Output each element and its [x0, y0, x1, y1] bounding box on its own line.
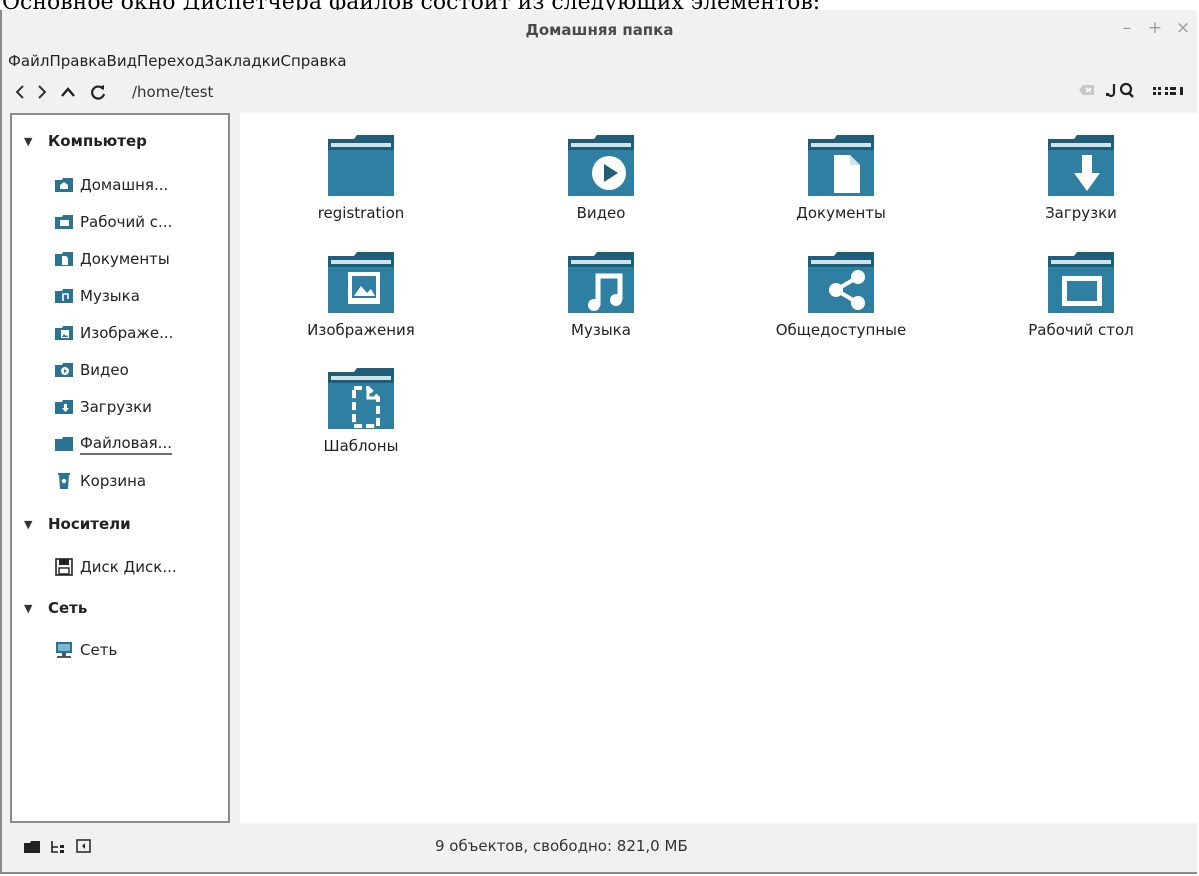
chevron-right-icon [38, 85, 47, 99]
places-sidebar: ▼ Компьютер Домашня... Рабочий с... Доку… [10, 113, 230, 823]
file-item-registration[interactable]: registration [241, 118, 481, 228]
toggle-sidebar-button[interactable] [76, 838, 92, 857]
tree-view-icon [51, 841, 64, 853]
desktop-folder-icon [1048, 252, 1114, 313]
show-places-button[interactable] [24, 838, 40, 857]
reload-button[interactable] [88, 81, 108, 103]
documents-folder-icon [55, 252, 73, 266]
menu-edit[interactable]: Правка [49, 52, 106, 74]
downloads-folder-icon [55, 400, 73, 414]
chevron-down-icon: ▼ [24, 517, 33, 531]
window-title: Домашняя папка [525, 21, 674, 39]
menu-view[interactable]: Вид [107, 52, 137, 74]
maximize-button[interactable]: + [1147, 18, 1163, 38]
network-icon [56, 642, 72, 658]
file-item-music[interactable]: Музыка [481, 235, 721, 345]
sidebar-item-home[interactable]: Домашня... [54, 172, 168, 198]
status-text: 9 объектов, свободно: 821,0 МБ [435, 837, 688, 855]
close-button[interactable]: × [1175, 18, 1191, 38]
sidebar-item-videos[interactable]: Видео [54, 357, 129, 383]
section-media[interactable]: ▼ Носители [24, 512, 131, 536]
reload-icon [91, 85, 106, 100]
folder-icon [24, 841, 40, 853]
file-item-public[interactable]: Общедоступные [721, 235, 961, 345]
desktop-folder-icon [55, 215, 73, 229]
music-folder-icon [55, 289, 73, 303]
sidebar-item-filesystem[interactable]: Файловая... [54, 431, 172, 457]
window-controls: – + × [1119, 18, 1191, 38]
sidebar-item-pictures[interactable]: Изображе... [54, 320, 173, 346]
sidebar-item-downloads[interactable]: Загрузки [54, 394, 152, 420]
sidebar-item-desktop[interactable]: Рабочий с... [54, 209, 172, 235]
clear-path-button[interactable] [1077, 82, 1097, 102]
statusbar-buttons [24, 838, 92, 857]
music-folder-icon [568, 252, 634, 313]
back-button[interactable] [10, 81, 30, 103]
sidebar-item-disk[interactable]: Диск Диск... [54, 554, 177, 580]
file-manager-window: Домашняя папка – + × Файл Правка Вид Пер… [0, 10, 1197, 874]
search-filter-icon [1106, 82, 1134, 98]
up-button[interactable] [58, 81, 78, 103]
file-item-desktop[interactable]: Рабочий стол [961, 235, 1199, 345]
templates-folder-icon [328, 368, 394, 429]
sidebar-toggle-icon [76, 839, 91, 853]
toolbar: /home/test [2, 78, 1197, 108]
pictures-folder-icon [328, 252, 394, 313]
videos-folder-icon [55, 363, 73, 377]
section-computer[interactable]: ▼ Компьютер [24, 129, 147, 153]
chevron-up-icon [61, 87, 75, 97]
menu-bar: Файл Правка Вид Переход Закладки Справка [8, 52, 347, 74]
file-item-downloads[interactable]: Загрузки [961, 118, 1199, 228]
status-bar: 9 объектов, свободно: 821,0 МБ [2, 825, 1197, 870]
chevron-down-icon: ▼ [24, 601, 33, 615]
menu-go[interactable]: Переход [137, 52, 205, 74]
view-list-icon [1153, 86, 1183, 95]
title-bar[interactable]: Домашняя папка – + × [2, 10, 1197, 50]
file-item-pictures[interactable]: Изображения [241, 235, 481, 345]
file-view: registration Видео Документы Загрузки Из… [240, 113, 1197, 823]
show-tree-button[interactable] [50, 838, 66, 857]
chevron-down-icon: ▼ [24, 134, 33, 148]
folder-icon [328, 135, 394, 196]
home-folder-icon [55, 178, 73, 192]
menu-help[interactable]: Справка [280, 52, 346, 74]
file-item-videos[interactable]: Видео [481, 118, 721, 228]
section-network[interactable]: ▼ Сеть [24, 596, 87, 620]
filter-button[interactable] [1105, 81, 1145, 103]
minimize-button[interactable]: – [1119, 18, 1135, 38]
downloads-folder-icon [1048, 135, 1114, 196]
trash-icon [58, 473, 70, 489]
sidebar-item-network[interactable]: Сеть [54, 637, 117, 663]
view-mode-button[interactable] [1153, 83, 1189, 102]
chevron-left-icon [15, 85, 24, 99]
share-folder-icon [808, 252, 874, 313]
backspace-icon [1079, 85, 1094, 95]
disk-icon [55, 558, 73, 576]
toolbar-right [1077, 81, 1189, 103]
forward-button[interactable] [32, 81, 52, 103]
menu-bookmarks[interactable]: Закладки [205, 52, 281, 74]
file-item-templates[interactable]: Шаблоны [241, 351, 481, 461]
sidebar-item-documents[interactable]: Документы [54, 246, 170, 272]
videos-folder-icon [568, 135, 634, 196]
filesystem-folder-icon [55, 437, 73, 451]
sidebar-item-music[interactable]: Музыка [54, 283, 140, 309]
menu-file[interactable]: Файл [8, 52, 49, 74]
file-item-documents[interactable]: Документы [721, 118, 961, 228]
documents-folder-icon [808, 135, 874, 196]
sidebar-item-trash[interactable]: Корзина [54, 468, 146, 494]
pictures-folder-icon [55, 326, 73, 340]
path-field[interactable]: /home/test [132, 83, 213, 101]
